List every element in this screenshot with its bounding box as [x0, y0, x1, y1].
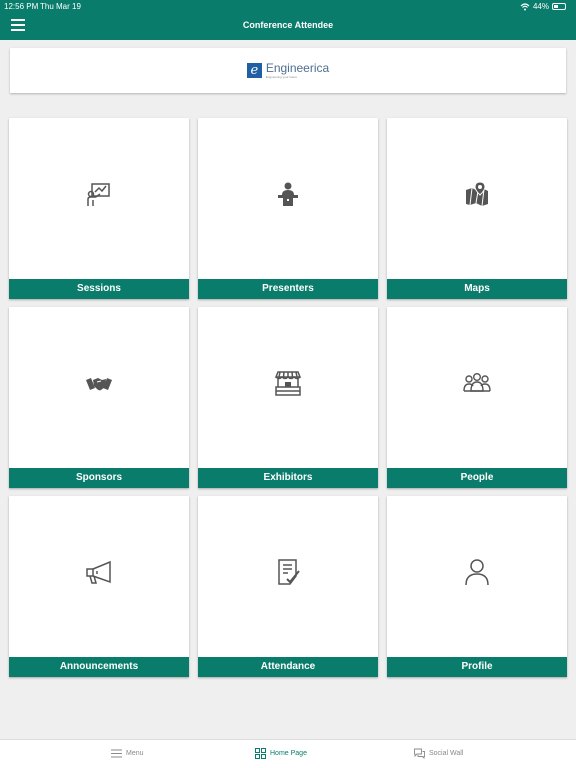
- menu-lines-icon: [111, 749, 122, 758]
- tile-sponsors[interactable]: Sponsors: [9, 307, 189, 488]
- tile-maps[interactable]: Maps: [387, 118, 567, 299]
- status-indicators: 44%: [520, 2, 566, 11]
- nav-tab-social-wall[interactable]: Social Wall: [414, 748, 463, 759]
- speaker-podium-icon: [198, 180, 378, 214]
- presentation-board-icon: [9, 180, 189, 214]
- nav-tab-label: Menu: [126, 750, 144, 757]
- handshake-icon: [9, 369, 189, 403]
- battery-icon: [552, 3, 566, 10]
- booth-stand-icon: [198, 369, 378, 403]
- megaphone-icon: [9, 558, 189, 592]
- chat-bubbles-icon: [414, 748, 425, 759]
- logo-mark-icon: e: [246, 63, 262, 78]
- checklist-icon: [198, 558, 378, 592]
- nav-tab-menu[interactable]: Menu: [111, 748, 144, 759]
- sponsor-banner[interactable]: e Engineerica Engineering your future: [10, 48, 566, 93]
- status-time: 12:56 PM: [4, 2, 39, 11]
- nav-tab-label: Home Page: [270, 750, 307, 757]
- tile-label: Exhibitors: [198, 468, 378, 488]
- tile-label: Sessions: [9, 279, 189, 299]
- group-people-icon: [387, 369, 567, 403]
- tile-announcements[interactable]: Announcements: [9, 496, 189, 677]
- person-icon: [387, 558, 567, 592]
- tile-label: Announcements: [9, 657, 189, 677]
- status-date: Thu Mar 19: [40, 2, 81, 11]
- tile-people[interactable]: People: [387, 307, 567, 488]
- tile-label: Presenters: [198, 279, 378, 299]
- tile-profile[interactable]: Profile: [387, 496, 567, 677]
- tile-label: Maps: [387, 279, 567, 299]
- tile-exhibitors[interactable]: Exhibitors: [198, 307, 378, 488]
- tile-label: Profile: [387, 657, 567, 677]
- map-pin-icon: [387, 180, 567, 214]
- tile-label: Sponsors: [9, 468, 189, 488]
- wifi-icon: [520, 2, 530, 10]
- tile-label: Attendance: [198, 657, 378, 677]
- tile-sessions[interactable]: Sessions: [9, 118, 189, 299]
- logo-tagline: Engineering your future: [265, 75, 297, 79]
- bottom-navigation: Menu Home Page Social Wall: [0, 739, 576, 768]
- grid-icon: [255, 748, 266, 759]
- tile-presenters[interactable]: Presenters: [198, 118, 378, 299]
- battery-percent: 44%: [532, 2, 549, 11]
- page-title: Conference Attendee: [242, 20, 334, 30]
- tile-attendance[interactable]: Attendance: [198, 496, 378, 677]
- nav-tab-home-page[interactable]: Home Page: [255, 748, 307, 759]
- app-header: 12:56 PM Thu Mar 19 44% Conference Atten…: [0, 0, 576, 40]
- nav-tab-label: Social Wall: [429, 750, 464, 757]
- engineerica-logo: e Engineerica Engineering your future: [246, 61, 330, 79]
- logo-text: Engineerica: [265, 61, 330, 75]
- tile-label: People: [387, 468, 567, 488]
